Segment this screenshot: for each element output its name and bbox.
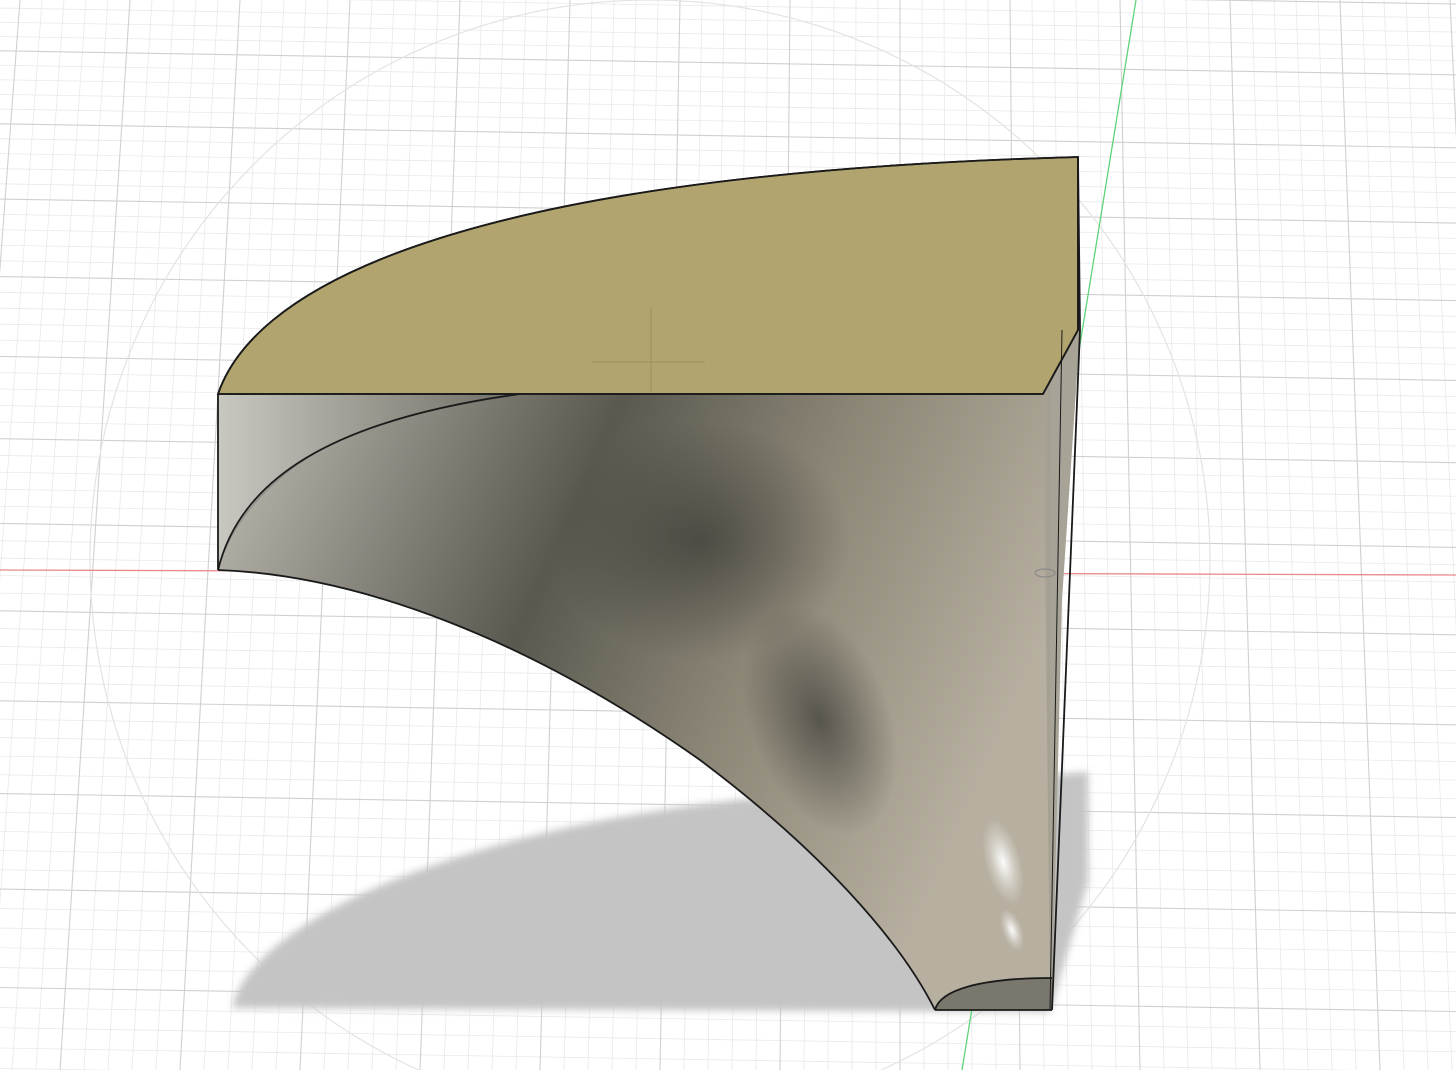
grid-minor-line xyxy=(0,108,1456,134)
grid-major-line xyxy=(59,0,131,1070)
grid-minor-line xyxy=(1405,0,1453,1070)
grid-minor-line xyxy=(1361,0,1405,1070)
grid-minor-line xyxy=(339,0,1456,19)
grid-major-line xyxy=(0,123,1456,149)
grid-minor-line xyxy=(0,153,1456,179)
grid-major-line xyxy=(1449,0,1456,141)
grid-minor-line xyxy=(0,1027,1456,1053)
grid-minor-line xyxy=(0,36,1456,61)
3d-viewport[interactable] xyxy=(0,0,1456,1070)
grid-minor-line xyxy=(0,79,1456,105)
grid-minor-line xyxy=(1097,0,1117,1070)
grid-minor-line xyxy=(0,7,1456,33)
grid-minor-line xyxy=(1427,0,1456,634)
grid-major-line xyxy=(1339,0,1381,1070)
grid-minor-line xyxy=(0,64,1456,90)
grid-major-line xyxy=(1119,0,1141,1070)
grid-minor-line xyxy=(1141,0,1165,1070)
grid-major-line xyxy=(0,50,1456,76)
grid-minor-line xyxy=(1383,0,1429,1070)
grid-minor-line xyxy=(0,1007,1456,1032)
grid-major-line xyxy=(1179,0,1456,5)
grid-minor-line xyxy=(0,93,1456,119)
grid-minor-line xyxy=(155,0,219,1070)
grid-minor-line xyxy=(1163,0,1189,1070)
scene-canvas[interactable] xyxy=(0,0,1456,1070)
grid-minor-line xyxy=(0,1047,1359,1070)
grid-minor-line xyxy=(0,21,1456,47)
grid-minor-line xyxy=(0,138,1456,164)
